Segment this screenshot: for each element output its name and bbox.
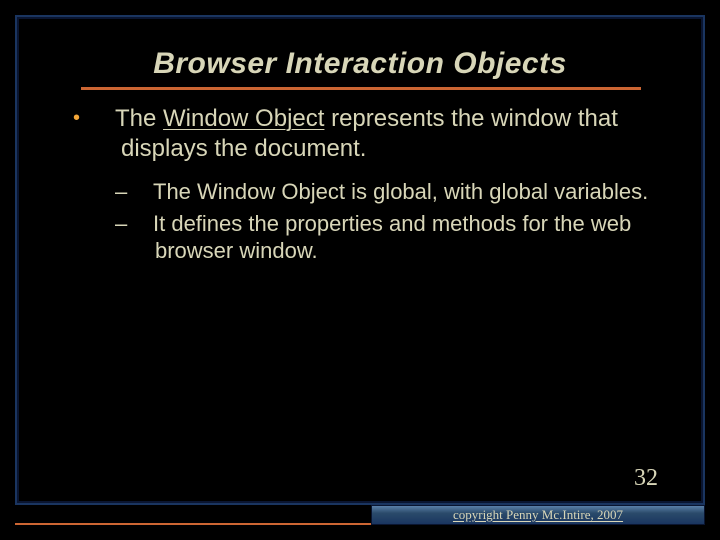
footer: copyright Penny Mc.Intire, 2007 xyxy=(15,505,705,525)
sub-bullet: –It defines the properties and methods f… xyxy=(135,210,665,265)
main-bullet-underlined: Window Object xyxy=(163,105,324,132)
slide-title: Browser Interaction Objects xyxy=(55,47,665,81)
page-number: 32 xyxy=(634,465,658,492)
footer-rule xyxy=(15,505,371,525)
dash-icon: – xyxy=(135,178,153,206)
slide-frame: Browser Interaction Objects •The Window … xyxy=(15,15,705,505)
sub-bullet-text: It defines the properties and methods fo… xyxy=(153,211,631,264)
sub-bullet: –The Window Object is global, with globa… xyxy=(135,178,665,206)
main-bullet: •The Window Object represents the window… xyxy=(97,104,665,164)
footer-panel: copyright Penny Mc.Intire, 2007 xyxy=(371,505,705,525)
dash-icon: – xyxy=(135,210,153,238)
copyright-text: copyright Penny Mc.Intire, 2007 xyxy=(453,507,623,523)
sub-bullet-text: The Window Object is global, with global… xyxy=(153,179,648,204)
bullet-icon: • xyxy=(97,106,115,131)
main-bullet-prefix: The xyxy=(115,105,163,132)
title-underline xyxy=(81,87,641,90)
